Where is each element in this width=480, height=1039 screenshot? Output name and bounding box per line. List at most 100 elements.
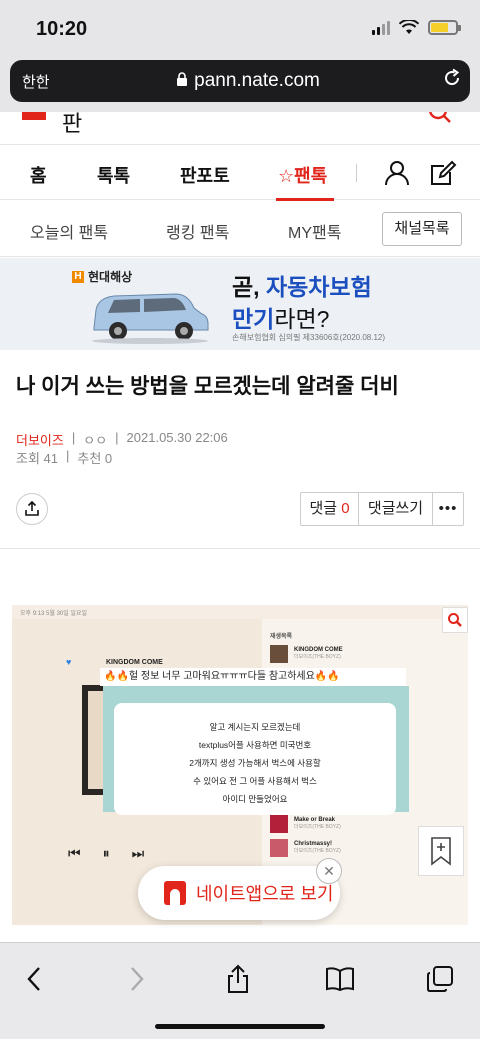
open-in-app-banner[interactable]: 네이트앱으로 보기: [138, 866, 340, 920]
image-caption: 🔥🔥헐 정보 너무 고마워요ㅠㅠㅠ다들 참고하세요🔥🔥: [100, 668, 406, 686]
image-search-button[interactable]: [442, 607, 468, 633]
comment-label: 댓글: [309, 500, 338, 517]
status-time: 10:20: [36, 18, 88, 40]
playlist-artist: 더보이즈(THE BOYZ): [294, 824, 341, 830]
reload-icon: [445, 68, 460, 86]
share-icon: [25, 501, 39, 516]
pann-logo-text: 판: [62, 112, 83, 136]
playlist-item: Christmassy! 더보이즈(THE BOYZ): [270, 839, 341, 857]
playlist-thumb: [270, 815, 288, 833]
book-icon: [326, 967, 354, 992]
article-meta: 더보이즈 | ㅇㅇ | 2021.05.30 22:06: [16, 430, 228, 449]
share-icon: [228, 964, 248, 993]
nav-home[interactable]: 홈: [30, 162, 47, 188]
next-icon: ⏭: [131, 845, 145, 861]
playlist-thumb: [270, 645, 288, 663]
image-song-title: KINGDOM COME: [106, 659, 163, 666]
ad-brand: H 현대해상: [72, 268, 132, 285]
meta-divider: |: [115, 430, 119, 445]
chevron-right-icon: [131, 967, 144, 991]
tab-my-fantalk[interactable]: MY팬톡: [288, 219, 341, 243]
back-button[interactable]: [12, 961, 56, 997]
playlist-item: Make or Break 더보이즈(THE BOYZ): [270, 815, 341, 833]
close-icon[interactable]: ✕: [316, 858, 342, 884]
playlist-title: KINGDOM COME: [294, 647, 343, 653]
write-icon[interactable]: [428, 158, 458, 188]
bookmark-button[interactable]: [418, 826, 464, 876]
open-in-app-label: 네이트앱으로 보기: [196, 884, 334, 904]
chevron-left-icon: [27, 967, 40, 991]
section-divider: [0, 548, 480, 549]
nav-fan-talk[interactable]: ☆팬톡: [278, 162, 327, 188]
popup-line: 알고 계시는지 모르겠는데: [209, 722, 301, 732]
main-nav: 홈 톡톡 판포토 ☆팬톡: [0, 144, 480, 201]
nav-toktok[interactable]: 톡톡: [97, 162, 130, 188]
meta-divider: |: [66, 448, 70, 463]
playlist-title: Christmassy!: [294, 841, 333, 847]
comment-count: 0: [341, 500, 350, 517]
article-author-sub: ㅇㅇ: [83, 433, 108, 448]
image-status-text: 오후 9:13 5월 30일 일요일: [20, 611, 87, 617]
heart-icon: ♥: [66, 657, 72, 667]
status-icons: [372, 20, 461, 35]
nate-app-icon: [164, 881, 186, 905]
article-stats: 조회 41 | 추천 0: [16, 448, 112, 467]
popup-line: 수 있어요 전 그 어플 사용해서 벅스: [193, 776, 317, 786]
article-author[interactable]: 더보이즈: [16, 430, 64, 449]
view-count: 조회 41: [16, 451, 58, 466]
playlist-artist: 더보이즈(THE BOYZ): [294, 848, 341, 854]
hyundai-logo-icon: H: [72, 270, 84, 283]
forward-button[interactable]: [115, 961, 159, 997]
lock-icon: [177, 72, 188, 86]
ad-headline-2-rest: 라면?: [274, 306, 330, 332]
prev-icon: ⏮: [68, 845, 81, 861]
tab-today-fantalk[interactable]: 오늘의 팬톡: [30, 219, 108, 243]
url-field[interactable]: pann.nate.com: [62, 70, 434, 92]
popup-line: textplus어플 사용하면 미국번호: [198, 740, 312, 750]
nav-pann-photo[interactable]: 판포토: [180, 162, 230, 188]
home-indicator: [155, 1024, 325, 1029]
meta-divider: |: [71, 430, 76, 445]
ad-headline-2-accent: 만기: [232, 306, 275, 332]
cellular-signal-icon: [372, 20, 390, 35]
popup-line: 2개까지 생성 가능해서 벅스에 사용할: [189, 758, 321, 768]
article-datetime: 2021.05.30 22:06: [126, 430, 228, 445]
popup-line: 아이디 만들었어요: [222, 794, 288, 804]
ad-disclaimer: 손해보험협회 심의필 제33606호(2020.08.12): [232, 333, 386, 342]
bookmark-plus-icon: [431, 837, 451, 866]
sub-nav: 오늘의 팬톡 랭킹 팬톡 MY팬톡 채널목록: [0, 201, 480, 257]
recommend-count: 추천 0: [77, 451, 113, 466]
write-comment-button[interactable]: 댓글쓰기: [359, 493, 433, 525]
playlist-title: Make or Break: [294, 817, 336, 823]
address-bar[interactable]: 한한 pann.nate.com: [10, 60, 470, 102]
reload-button[interactable]: [434, 68, 470, 94]
ad-headline-2: 만기라면?: [232, 300, 329, 334]
channel-list-button[interactable]: 채널목록: [382, 212, 462, 246]
battery-icon: [428, 20, 461, 35]
search-icon[interactable]: [428, 112, 454, 124]
nate-logo[interactable]: [22, 112, 46, 120]
popup-message: 알고 계시는지 모르겠는데 textplus어플 사용하면 미국번호 2개까지 …: [114, 703, 396, 815]
comment-button[interactable]: 댓글 0: [301, 493, 359, 525]
playlist-thumb: [270, 839, 288, 857]
bookmarks-button[interactable]: [318, 961, 362, 997]
ad-banner[interactable]: H 현대해상 곧, 자동차보험 만기라면? 손해보험협회 심의필 제33606호…: [0, 258, 480, 350]
ad-headline-1-prefix: 곧,: [232, 274, 266, 300]
url-text: pann.nate.com: [194, 70, 320, 91]
playlist-header: 재생목록: [270, 634, 293, 640]
share-sheet-button[interactable]: [216, 961, 260, 997]
tab-ranking-fantalk[interactable]: 랭킹 팬톡: [166, 219, 229, 243]
ad-headline-1: 곧, 자동차보험: [232, 268, 372, 302]
browser-chrome: 10:20 한한 pann.nate.com: [0, 0, 480, 112]
more-button[interactable]: •••: [433, 493, 463, 525]
share-button[interactable]: [16, 493, 48, 525]
tabs-button[interactable]: [418, 961, 462, 997]
user-icon[interactable]: [382, 158, 412, 188]
car-image: [92, 293, 209, 344]
ad-brand-name: 현대해상: [88, 270, 133, 284]
search-icon: [448, 613, 462, 627]
nav-divider: [356, 164, 357, 182]
tabs-icon: [427, 966, 453, 992]
playlist-artist: 더보이즈(THE BOYZ): [294, 654, 341, 660]
player-controls: ⏮ ⏸ ⏭: [68, 845, 144, 862]
